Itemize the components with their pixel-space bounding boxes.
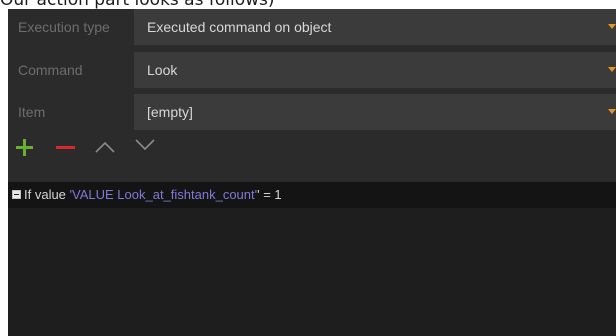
action-toolbar (8, 130, 616, 165)
dropdown-arrow-icon[interactable] (608, 109, 616, 114)
command-row: Command Look (8, 52, 616, 88)
execution-type-row: Execution type Executed command on objec… (8, 9, 616, 45)
execution-type-dropdown[interactable]: Executed command on object (134, 9, 616, 45)
command-dropdown[interactable]: Look (134, 52, 616, 88)
action-tree[interactable]: If value 'VALUE Look_at_fishtank_count''… (8, 182, 616, 336)
item-row: Item [empty] (8, 94, 616, 130)
move-down-icon[interactable] (132, 130, 158, 165)
condition-prefix: If value (24, 187, 70, 202)
execution-type-label: Execution type (18, 19, 110, 35)
action-editor-panel: Execution type Executed command on objec… (8, 9, 616, 336)
dropdown-arrow-icon[interactable] (608, 67, 616, 72)
execution-type-value: Executed command on object (147, 19, 332, 35)
condition-suffix: ' = 1 (257, 187, 282, 202)
condition-text: If value 'VALUE Look_at_fishtank_count''… (24, 182, 282, 208)
add-icon[interactable] (12, 130, 38, 165)
tree-row-condition[interactable]: If value 'VALUE Look_at_fishtank_count''… (8, 182, 616, 208)
condition-variable: 'VALUE Look_at_fishtank_count' (69, 187, 258, 202)
command-label: Command (18, 62, 83, 78)
command-value: Look (147, 62, 178, 78)
caption-text: Our action part looks as follows) (0, 0, 616, 9)
dropdown-arrow-icon[interactable] (608, 24, 616, 29)
item-dropdown[interactable]: [empty] (134, 94, 616, 130)
collapse-icon[interactable] (12, 190, 21, 199)
move-up-icon[interactable] (92, 130, 118, 165)
remove-icon[interactable] (52, 130, 78, 165)
item-value: [empty] (147, 104, 193, 120)
item-label: Item (18, 104, 46, 120)
